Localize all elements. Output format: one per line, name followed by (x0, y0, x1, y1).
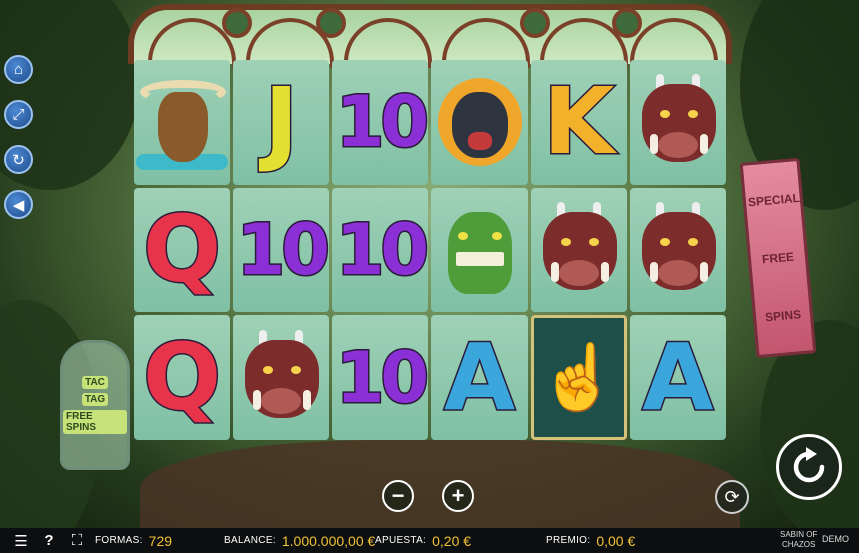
apuesta-label: APUESTA: (375, 535, 427, 546)
mode-label: DEMO (822, 534, 849, 544)
balance-label: BALANCE: (224, 535, 276, 546)
tac-tag-jar: TAC TAG FREE SPINS (60, 340, 130, 470)
symbol-10: 10 (332, 315, 429, 440)
minus-icon: − (391, 483, 405, 508)
sound-icon: ◀ (12, 196, 25, 214)
boar-icon (636, 74, 720, 170)
symbol-bear (431, 60, 528, 185)
symbol-q: Q (134, 315, 231, 440)
ornament-ring (316, 8, 346, 38)
letter-q: Q (141, 323, 222, 431)
fullscreen-button[interactable]: ⤢ (4, 100, 33, 129)
ornament-ring (520, 8, 550, 38)
formas-label: FORMAS: (95, 535, 143, 546)
reel-frame-arch (128, 4, 732, 68)
plus-icon: + (451, 483, 465, 508)
symbol-crocodile (431, 187, 528, 313)
symbol-boar (233, 315, 330, 440)
symbol-a: A (431, 315, 528, 440)
premio-value: 0,00 € (596, 532, 636, 549)
letter-a: A (641, 323, 715, 431)
buffalo-icon (136, 74, 229, 171)
letter-10: 10 (334, 208, 428, 291)
symbol-buffalo (134, 60, 231, 185)
game-brand: SABIN OF CHAZOS (780, 530, 817, 550)
symbol-hand-wild: ☝ (530, 315, 627, 440)
letter-a: A (442, 323, 516, 431)
boar-icon (636, 201, 720, 298)
jar-label: TAC (82, 376, 108, 389)
balance-value: 1.000.000,00 € (281, 532, 376, 549)
boar-icon (239, 329, 323, 426)
boar-icon (537, 201, 621, 298)
home-button[interactable]: ⌂ (4, 55, 33, 84)
spin-arrow-icon (793, 447, 825, 483)
premio-label: PREMIO: (546, 535, 591, 546)
sound-button[interactable]: ◀ (4, 190, 33, 219)
autoplay-button[interactable]: ⟳ (715, 480, 749, 514)
apuesta-value: 0,20 € (432, 532, 472, 549)
refresh-button[interactable]: ↻ (4, 145, 33, 174)
menu-icon[interactable]: ☰ (10, 532, 32, 550)
spin-button[interactable] (776, 434, 842, 500)
bear-icon (437, 74, 522, 170)
fullscreen-icon: ⤢ (12, 106, 25, 123)
bottom-status-bar: ☰ ? ⛶ FORMAS: 729 BALANCE: 1.000.000,00 … (0, 528, 859, 553)
pointing-hand-icon: ☝ (538, 341, 619, 414)
letter-j: J (263, 68, 300, 176)
symbol-10: 10 (332, 187, 429, 313)
brand-line: SABIN OF (780, 530, 818, 539)
reel-grid: Q Q J 10 10 10 10 A K ☝ A (134, 60, 726, 440)
symbol-10: 10 (233, 187, 330, 313)
crocodile-icon (438, 202, 522, 298)
banner-line: SPECIAL (747, 190, 801, 210)
symbol-k: K (530, 60, 627, 185)
symbol-10: 10 (332, 60, 429, 185)
expand-icon[interactable]: ⛶ (66, 532, 88, 549)
home-icon: ⌂ (13, 61, 24, 78)
symbol-boar (629, 187, 726, 313)
letter-10: 10 (334, 81, 428, 164)
increase-bet-button[interactable]: + (442, 480, 474, 512)
banner-line: SPINS (764, 307, 802, 325)
ground (140, 440, 740, 528)
help-icon[interactable]: ? (38, 532, 60, 549)
decrease-bet-button[interactable]: − (382, 480, 414, 512)
autoplay-icon: ⟳ (724, 486, 740, 507)
letter-10: 10 (334, 336, 428, 419)
jar-label: TAG (81, 393, 109, 406)
brand-line: CHAZOS (782, 540, 816, 549)
letter-k: K (542, 68, 616, 176)
banner-line: FREE (761, 249, 795, 267)
formas-value: 729 (148, 532, 173, 549)
symbol-q: Q (134, 187, 231, 313)
game-scene: SPECIAL FREE SPINS TAC TAG FREE SPINS Q … (0, 0, 859, 528)
symbol-j: J (233, 60, 330, 185)
symbol-a: A (629, 315, 726, 440)
symbol-boar (629, 60, 726, 185)
letter-q: Q (141, 195, 222, 303)
refresh-icon: ↻ (12, 151, 25, 169)
letter-10: 10 (235, 208, 329, 291)
ornament-ring (222, 8, 252, 38)
ornament-ring (612, 8, 642, 38)
symbol-boar (530, 187, 627, 313)
jar-label: FREE SPINS (63, 410, 127, 434)
